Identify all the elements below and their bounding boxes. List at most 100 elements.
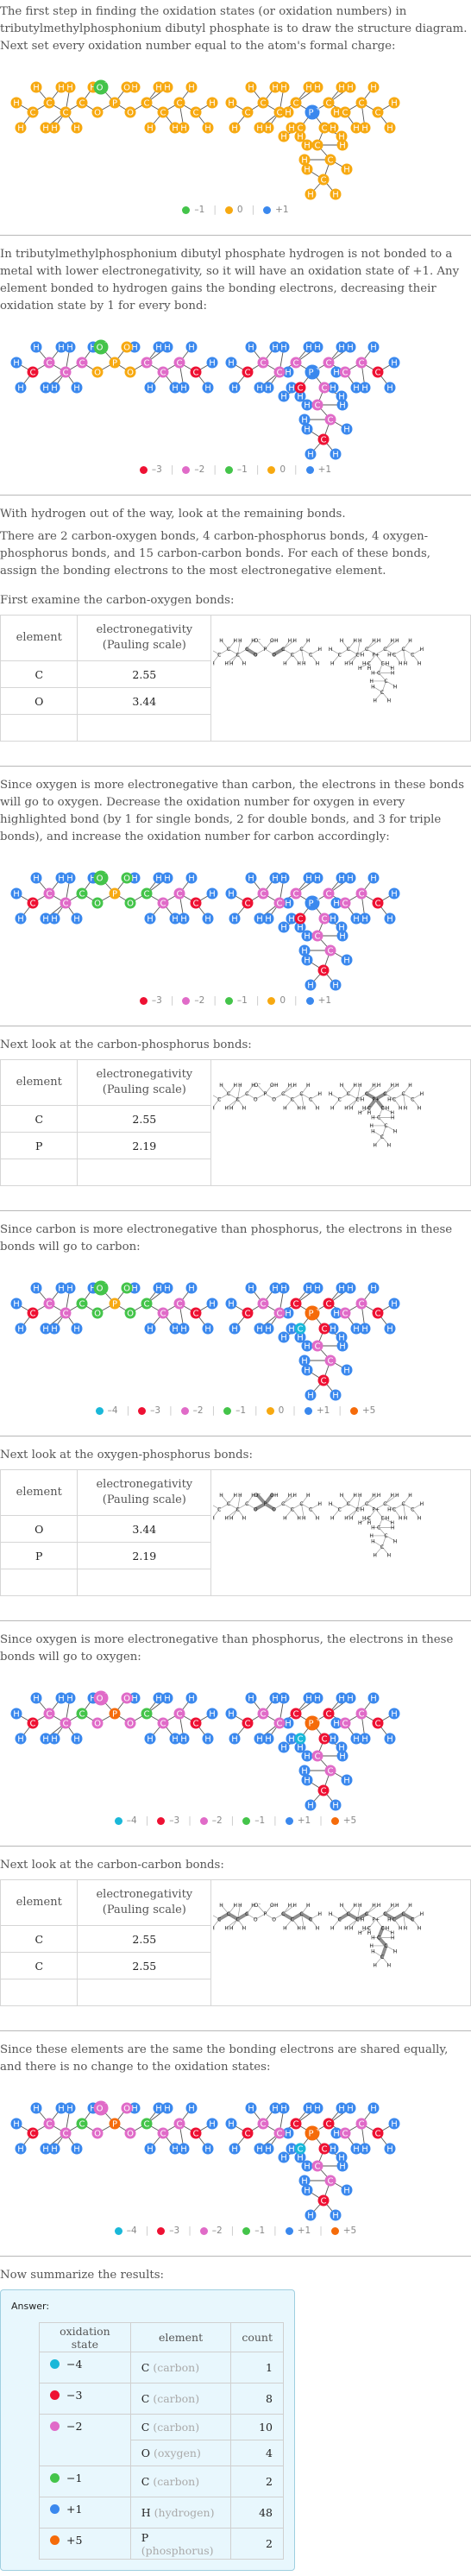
atom-c: C (245, 1501, 248, 1507)
svg-text:C: C (315, 1342, 321, 1352)
svg-text:C: C (30, 2130, 36, 2139)
svg-text:H: H (298, 660, 302, 666)
atom-c: C (311, 1750, 323, 1762)
svg-text:H: H (147, 1325, 154, 1335)
svg-text:H: H (347, 1285, 354, 1294)
atom-h: H (278, 921, 290, 933)
electronegativity-cell: 2.19 (77, 1132, 212, 1159)
element-cell: C (0, 660, 78, 688)
state-dot-icon (50, 2390, 60, 2400)
svg-text:H: H (338, 874, 345, 884)
svg-text:C: C (63, 2130, 69, 2139)
atom-c: C (141, 1297, 153, 1310)
atom-h: H (302, 1925, 306, 1931)
svg-text:C: C (383, 1911, 386, 1917)
svg-text:C: C (365, 1911, 368, 1917)
svg-text:C: C (377, 671, 380, 677)
atom-c: C (367, 1105, 371, 1111)
atom-c: C (367, 1925, 371, 1931)
atom-c: C (294, 2143, 306, 2155)
svg-text:H: H (316, 660, 320, 666)
svg-text:C: C (365, 1501, 368, 1507)
bond-highlight-diagram: HHHHHHHHHHHHHHHHHHHHHHHHHHHHHHHHHHHHHHHH… (208, 615, 471, 742)
atom-c: C (318, 122, 330, 134)
svg-text:C: C (355, 1506, 359, 1512)
atom-h: H (340, 638, 344, 644)
svg-text:C: C (347, 1501, 350, 1507)
legend-item: –4 (114, 1815, 137, 1826)
atom-h: H (298, 1354, 311, 1367)
atom-o: O (124, 1717, 136, 1729)
atom-h: H (202, 2143, 214, 2155)
atom-c: C (294, 912, 306, 925)
atom-c: C (190, 366, 202, 378)
svg-text:H: H (304, 2187, 311, 2196)
atom-h: H (278, 2102, 290, 2114)
atom-c: C (372, 366, 384, 378)
atom-h: H (311, 81, 323, 93)
svg-text:O⁻: O⁻ (254, 638, 261, 644)
atom-h: H (330, 2209, 342, 2221)
atom-h: H (302, 660, 306, 666)
svg-text:H: H (17, 124, 24, 134)
svg-text:C: C (342, 1720, 349, 1729)
svg-text:H: H (340, 1493, 344, 1499)
atom-c: C (339, 106, 351, 118)
atom-c: C (190, 897, 202, 909)
svg-text:C: C (347, 1911, 350, 1917)
svg-text:H: H (391, 1083, 395, 1089)
svg-text:C: C (160, 1720, 166, 1729)
atom-o: O⁻ (93, 1280, 109, 1296)
atom-h: H (225, 2118, 237, 2130)
element-cell: C (carbon) (129, 2352, 232, 2383)
svg-text:C: C (193, 2130, 199, 2139)
svg-text:H: H (180, 915, 187, 925)
legend-dot-icon (305, 465, 314, 474)
svg-text:C: C (355, 652, 359, 658)
atom-h: H (301, 1340, 313, 1352)
svg-text:C: C (177, 1710, 183, 1720)
atom-h: H (384, 382, 396, 394)
element-cell: H (hydrogen) (129, 2497, 232, 2529)
legend-label: 0 (279, 464, 286, 475)
atom-h: H (185, 1692, 198, 1704)
svg-text:C: C (227, 1091, 230, 1097)
atom-h: H (48, 122, 60, 134)
atom-h: H (377, 638, 381, 644)
legend-dot-icon (266, 1406, 274, 1415)
atom-c: C (338, 652, 342, 658)
svg-text:H: H (305, 1285, 312, 1294)
svg-text:H: H (51, 124, 58, 134)
svg-text:H: H (343, 426, 350, 435)
svg-text:O: O (270, 1083, 274, 1089)
svg-text:H: H (13, 1300, 20, 1310)
svg-text:C: C (338, 652, 342, 658)
remaining-lead: With hydrogen out of the way, look at th… (0, 508, 346, 521)
element-cell: C (0, 1105, 78, 1133)
svg-text:H: H (333, 1310, 340, 1319)
svg-text:C: C (355, 1096, 359, 1102)
svg-text:H: H (305, 1695, 312, 1704)
atom-h: H (225, 1297, 237, 1310)
atom-h: H (344, 1692, 356, 1704)
atom-h: H (344, 872, 356, 884)
atom-h: H (71, 1323, 83, 1335)
element-cell: C (carbon) (129, 2466, 232, 2497)
svg-text:H: H (314, 344, 321, 353)
svg-text:H: H (283, 1925, 287, 1931)
atom-c: C (309, 1916, 312, 1923)
atom-h: H (359, 2143, 371, 2155)
svg-text:H: H (316, 1105, 320, 1111)
svg-text:C: C (160, 109, 166, 118)
svg-text:H: H (265, 915, 272, 925)
atom-h: H (225, 1925, 229, 1931)
svg-text:H: H (353, 1325, 360, 1335)
svg-text:H: H (234, 638, 238, 644)
svg-text:H: H (361, 1735, 368, 1745)
legend-separator: | (319, 1815, 323, 1826)
svg-text:H: H (316, 1515, 320, 1521)
atom-o: O⁻ (254, 1083, 261, 1089)
atom-h: H (210, 1515, 215, 1521)
atom-h: H (48, 912, 60, 925)
svg-text:H: H (304, 1777, 311, 1786)
